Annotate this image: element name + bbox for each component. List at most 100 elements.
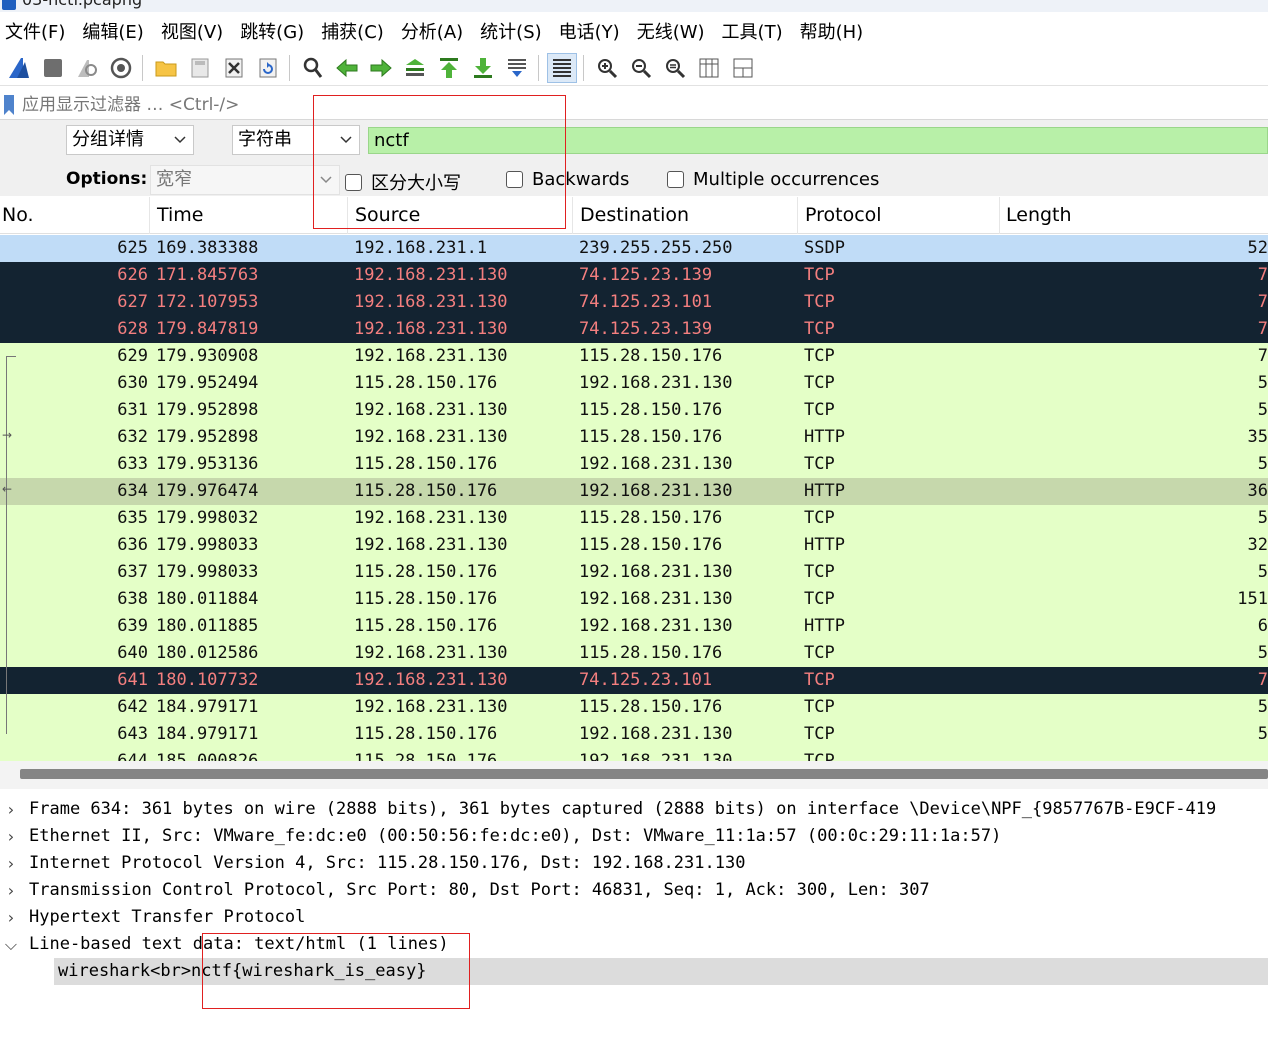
menu-capture[interactable]: 捕获(C) (316, 18, 396, 44)
menu-telephony[interactable]: 电话(Y) (554, 18, 632, 44)
column-protocol[interactable]: Protocol (798, 197, 1000, 234)
detail-tree-item[interactable]: › Transmission Control Protocol, Src Port… (0, 877, 1268, 904)
detail-tree-item[interactable]: › Frame 634: 361 bytes on wire (2888 bits… (0, 796, 1268, 823)
chevron-right-icon[interactable]: › (2, 850, 20, 877)
charset-value: 宽窄 (156, 169, 192, 190)
packet-row[interactable]: 626 171.845763 192.168.231.130 74.125.23.13… (0, 262, 1268, 289)
packet-list-scrollbar[interactable] (0, 761, 1268, 789)
case-sensitive-checkbox[interactable]: 区分大小写 (345, 169, 461, 195)
packet-row[interactable]: 635 179.998032 192.168.231.130 115.28.150.1… (0, 505, 1268, 532)
bookmark-icon[interactable] (2, 94, 16, 116)
main-toolbar (0, 50, 1268, 86)
chevron-right-icon[interactable]: › (2, 796, 20, 823)
checkbox-box[interactable] (345, 173, 362, 191)
multiple-occurrences-checkbox[interactable]: Multiple occurrences (667, 169, 879, 190)
display-filter-input[interactable] (22, 92, 1262, 118)
column-time[interactable]: Time (150, 197, 348, 234)
chevron-right-icon[interactable]: › (2, 904, 20, 931)
go-forward-icon[interactable] (366, 53, 396, 83)
find-string-input[interactable] (368, 127, 1268, 154)
chevron-right-icon[interactable]: › (2, 877, 20, 904)
auto-scroll-icon[interactable] (502, 53, 532, 83)
packet-row[interactable]: 625 169.383388 192.168.231.1 239.255.255.25… (0, 235, 1268, 262)
packet-protocol: TCP (804, 697, 835, 717)
normal-size-icon[interactable] (660, 53, 690, 83)
menu-edit[interactable]: 编辑(E) (77, 18, 155, 44)
checkbox-box[interactable] (667, 171, 684, 188)
checkbox-box[interactable] (506, 171, 523, 188)
colorize-icon[interactable] (547, 52, 577, 83)
chevron-down-icon[interactable]: ⌵ (2, 931, 20, 958)
resize-columns-icon[interactable] (694, 53, 724, 83)
charset-select[interactable]: 宽窄 (150, 165, 340, 195)
column-no[interactable]: No. (0, 197, 150, 234)
detail-child-line[interactable]: wireshark<br>nctf{wireshark_is_easy} (54, 958, 1268, 985)
close-file-icon[interactable] (219, 53, 249, 83)
find-packet-icon[interactable] (298, 53, 328, 83)
packet-source: 192.168.231.130 (354, 697, 508, 717)
packet-no: 636 (117, 535, 148, 555)
search-type-select[interactable]: 字符串 (232, 125, 360, 155)
packet-row[interactable]: 639 180.011885 115.28.150.176 192.168.231.1… (0, 613, 1268, 640)
chevron-right-icon[interactable]: › (2, 823, 20, 850)
detail-tree-item[interactable]: ⌵ Line-based text data: text/html (1 line… (0, 931, 1268, 958)
packet-row[interactable]: 629 179.930908 192.168.231.130 115.28.150.1… (0, 343, 1268, 370)
menu-view[interactable]: 视图(V) (156, 18, 235, 44)
packet-length: 7 (1257, 670, 1268, 690)
capture-options-icon[interactable] (106, 53, 136, 83)
packet-row[interactable]: 628 179.847819 192.168.231.130 74.125.23.13… (0, 316, 1268, 343)
packet-no: 644 (117, 751, 148, 761)
packet-protocol: TCP (804, 643, 835, 663)
column-length[interactable]: Length (1000, 197, 1268, 234)
reload-file-icon[interactable] (253, 53, 283, 83)
menu-analyze[interactable]: 分析(A) (396, 18, 475, 44)
packet-no: 626 (117, 265, 148, 285)
zoom-out-icon[interactable] (626, 53, 656, 83)
detail-tree-item[interactable]: › Ethernet II, Src: VMware_fe:dc:e0 (00:5… (0, 823, 1268, 850)
packet-destination: 239.255.255.250 (579, 238, 733, 258)
packet-row[interactable]: 638 180.011884 115.28.150.176 192.168.231.1… (0, 586, 1268, 613)
packet-row[interactable]: 631 179.952898 192.168.231.130 115.28.150.1… (0, 397, 1268, 424)
layout-icon[interactable] (728, 53, 758, 83)
detail-tree-item[interactable]: › Internet Protocol Version 4, Src: 115.2… (0, 850, 1268, 877)
detail-tree-item[interactable]: › Hypertext Transfer Protocol (0, 904, 1268, 931)
first-packet-icon[interactable] (434, 53, 464, 83)
packet-row[interactable]: 632 179.952898 192.168.231.130 115.28.150.1… (0, 424, 1268, 451)
packet-length: 5 (1257, 697, 1268, 717)
scrollbar-thumb[interactable] (20, 769, 1268, 779)
save-file-icon[interactable] (185, 53, 215, 83)
search-in-select[interactable]: 分组详情 (66, 125, 194, 155)
detail-text: Frame 634: 361 bytes on wire (2888 bits)… (29, 799, 1217, 819)
packet-row[interactable]: 630 179.952494 115.28.150.176 192.168.231.1… (0, 370, 1268, 397)
packet-row[interactable]: 627 172.107953 192.168.231.130 74.125.23.10… (0, 289, 1268, 316)
menu-statistics[interactable]: 统计(S) (475, 18, 553, 44)
backwards-checkbox[interactable]: Backwards (506, 169, 629, 190)
column-source[interactable]: Source (348, 197, 573, 234)
column-destination[interactable]: Destination (573, 197, 798, 234)
packet-row[interactable]: 637 179.998033 115.28.150.176 192.168.231.1… (0, 559, 1268, 586)
packet-row[interactable]: 643 184.979171 115.28.150.176 192.168.231.1… (0, 721, 1268, 748)
go-to-packet-icon[interactable] (400, 53, 430, 83)
packet-protocol: TCP (804, 724, 835, 744)
detail-text: Hypertext Transfer Protocol (29, 907, 306, 927)
zoom-in-icon[interactable] (592, 53, 622, 83)
menu-go[interactable]: 跳转(G) (235, 18, 316, 44)
menu-file[interactable]: 文件(F) (0, 18, 77, 44)
packet-row[interactable]: 640 180.012586 192.168.231.130 115.28.150.1… (0, 640, 1268, 667)
restart-capture-icon[interactable] (72, 53, 102, 83)
packet-row[interactable]: 642 184.979171 192.168.231.130 115.28.150.1… (0, 694, 1268, 721)
packet-no: 628 (117, 319, 148, 339)
packet-row[interactable]: 636 179.998033 192.168.231.130 115.28.150.1… (0, 532, 1268, 559)
stop-capture-icon[interactable] (38, 53, 68, 83)
last-packet-icon[interactable] (468, 53, 498, 83)
menu-help[interactable]: 帮助(H) (795, 18, 876, 44)
packet-row[interactable]: 633 179.953136 115.28.150.176 192.168.231.1… (0, 451, 1268, 478)
packet-row[interactable]: 634 179.976474 115.28.150.176 192.168.231.1… (0, 478, 1268, 505)
start-capture-icon[interactable] (4, 53, 34, 83)
open-file-icon[interactable] (151, 53, 181, 83)
go-back-icon[interactable] (332, 53, 362, 83)
menu-tools[interactable]: 工具(T) (717, 18, 795, 44)
menu-wireless[interactable]: 无线(W) (632, 18, 717, 44)
packet-row[interactable]: 641 180.107732 192.168.231.130 74.125.23.10… (0, 667, 1268, 694)
packet-row[interactable]: 644 185.000826 115.28.150.176 192.168.231.1… (0, 748, 1268, 761)
